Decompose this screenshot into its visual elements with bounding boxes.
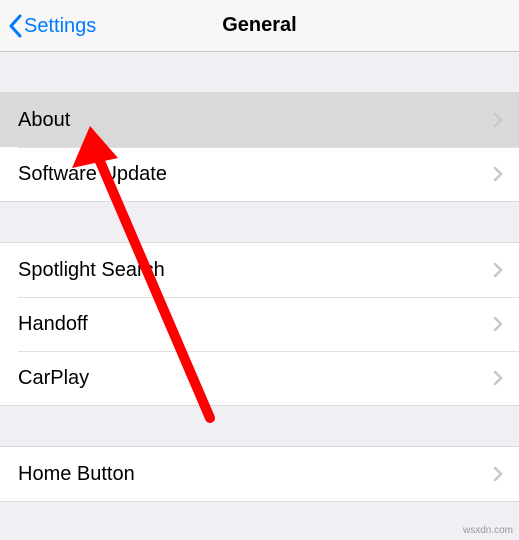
group-0: About Software Update (0, 92, 519, 202)
row-home-button[interactable]: Home Button (0, 447, 519, 501)
row-label: CarPlay (18, 367, 493, 390)
row-label: Software Update (18, 163, 493, 186)
group-2: Home Button (0, 446, 519, 502)
group-spacer (0, 52, 519, 92)
chevron-right-icon (493, 112, 503, 128)
chevron-right-icon (493, 262, 503, 278)
navbar: Settings General (0, 0, 519, 52)
group-spacer (0, 406, 519, 446)
row-label: Home Button (18, 463, 493, 486)
group-spacer (0, 202, 519, 242)
chevron-right-icon (493, 166, 503, 182)
row-carplay[interactable]: CarPlay (0, 351, 519, 405)
row-software-update[interactable]: Software Update (0, 147, 519, 201)
row-label: Handoff (18, 313, 493, 336)
row-handoff[interactable]: Handoff (0, 297, 519, 351)
row-label: Spotlight Search (18, 259, 493, 282)
chevron-right-icon (493, 466, 503, 482)
back-button[interactable]: Settings (8, 0, 96, 52)
row-label: About (18, 109, 493, 132)
chevron-right-icon (493, 370, 503, 386)
row-about[interactable]: About (0, 93, 519, 147)
watermark: wsxdn.com (463, 525, 513, 536)
group-1: Spotlight Search Handoff CarPlay (0, 242, 519, 406)
chevron-left-icon (8, 14, 22, 38)
row-spotlight-search[interactable]: Spotlight Search (0, 243, 519, 297)
back-label: Settings (24, 15, 96, 38)
chevron-right-icon (493, 316, 503, 332)
page-title: General (222, 14, 296, 37)
